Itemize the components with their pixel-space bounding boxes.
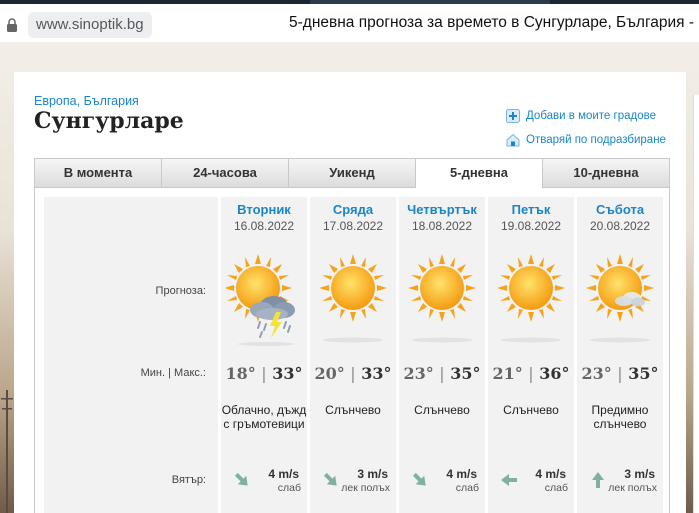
tab-5-day[interactable]: 5-дневна: [416, 159, 543, 189]
condition-text: Облачно, дъжд с гръмотевици: [221, 403, 307, 431]
browser-address-bar: www.sinoptik.bg 5-дневна прогноза за вре…: [0, 0, 699, 42]
max-temp: 35°: [628, 364, 659, 383]
add-city-link[interactable]: Добави в моите градове: [506, 109, 656, 123]
breadcrumb-region-link[interactable]: Европа: [34, 94, 77, 108]
right-sidebar-edge: [693, 95, 699, 513]
page-title: 5-дневна прогноза за времето в Сунгурлар…: [289, 14, 695, 31]
temperature-range: 23° | 35°: [577, 364, 663, 383]
add-city-label: Добави в моите градове: [526, 110, 656, 122]
sun-cloud-thunderstorm-icon: [226, 254, 295, 346]
tab-now[interactable]: В момента: [35, 159, 162, 187]
temperature-range: 20° | 33°: [310, 364, 396, 383]
wind-description: лек полъх: [341, 482, 390, 494]
day-name[interactable]: Петък: [488, 202, 574, 217]
day-date: 19.08.2022: [500, 219, 562, 233]
condition-text: Слънчево: [325, 403, 381, 417]
min-temp: 20°: [314, 364, 345, 383]
max-temp: 33°: [361, 364, 392, 383]
wind-info: 3 m/s лек полъх: [310, 467, 396, 497]
wind-info: 3 m/s лек полъх: [577, 467, 663, 497]
open-default-label: Отваряй по подразбиране: [526, 134, 666, 146]
min-temp: 23°: [403, 364, 434, 383]
day-name[interactable]: Събота: [577, 202, 663, 217]
row-labels: Прогноза: Мин. | Макс.: Вятър:: [44, 197, 218, 513]
condition-text: Предимно слънчево: [591, 403, 649, 431]
temp-separator: |: [528, 364, 534, 383]
temp-separator: |: [617, 364, 623, 383]
wind-info: 4 m/s слаб: [221, 467, 307, 497]
wind-description: лек полъх: [608, 482, 657, 494]
southeast-arrow-icon: [323, 472, 337, 486]
day-column[interactable]: Петък 19.08.2022 21° | 36° Слънчево 4 m/…: [488, 197, 574, 513]
sun-icon: [408, 254, 476, 343]
power-pole-silhouette: [1, 390, 13, 513]
temp-separator: |: [350, 364, 356, 383]
temp-separator: |: [261, 364, 267, 383]
wind-description: слаб: [544, 482, 568, 494]
open-default-link[interactable]: Отваряй по подразбиране: [506, 133, 666, 147]
lock-icon: [7, 18, 17, 32]
url-field[interactable]: www.sinoptik.bg: [28, 12, 152, 38]
max-temp: 33°: [272, 364, 303, 383]
wind-speed: 4 m/s: [268, 467, 299, 481]
wind-description: слаб: [455, 482, 479, 494]
min-temp: 18°: [225, 364, 256, 383]
temperature-range: 18° | 33°: [221, 364, 307, 383]
wind-speed: 3 m/s: [624, 467, 655, 481]
day-column[interactable]: Събота 20.08.2022 23° | 35° Предимно слъ…: [577, 197, 663, 513]
min-temp: 23°: [581, 364, 612, 383]
add-icon: [506, 109, 520, 123]
max-temp: 35°: [450, 364, 481, 383]
city-title: Сунгурларе: [34, 108, 184, 134]
north-arrow-icon: [592, 472, 604, 488]
temperature-range: 23° | 35°: [399, 364, 485, 383]
day-column[interactable]: Вторник 16.08.2022 18° | 33° Облачно, дъ…: [221, 197, 307, 513]
wind-description: слаб: [277, 482, 301, 494]
day-column[interactable]: Четвъртък 18.08.2022 23° | 35° Слънчево: [399, 197, 485, 513]
day-column[interactable]: Сряда 17.08.2022 20° | 33° Слънчево 3 m/…: [310, 197, 396, 513]
tab-10-day[interactable]: 10-дневна: [543, 159, 669, 187]
min-temp: 21°: [492, 364, 523, 383]
day-date: 16.08.2022: [233, 219, 295, 233]
breadcrumb-country-link[interactable]: България: [84, 94, 139, 108]
southeast-arrow-icon: [412, 472, 426, 486]
wind-speed: 3 m/s: [357, 467, 388, 481]
condition-text: Слънчево: [503, 403, 559, 417]
minmax-label: Мин. | Макс.:: [140, 367, 206, 379]
day-date: 18.08.2022: [411, 219, 473, 233]
sun-icon: [497, 254, 565, 343]
wind-label: Вятър:: [171, 474, 206, 486]
temp-separator: |: [439, 364, 445, 383]
forecast-tabs: В момента 24-часова Уикенд 5-дневна 10-д…: [34, 158, 670, 189]
breadcrumb-separator: ,: [76, 94, 81, 108]
wind-info: 4 m/s слаб: [399, 467, 485, 497]
condition-text: Слънчево: [414, 403, 470, 417]
day-name[interactable]: Вторник: [221, 202, 307, 217]
forecast-label: Прогноза:: [155, 285, 206, 297]
temperature-range: 21° | 36°: [488, 364, 574, 383]
browser-top-accent-tab: [310, 0, 550, 4]
sun-icon: [319, 254, 387, 343]
home-icon: [506, 133, 520, 147]
breadcrumb: Европа, България: [34, 94, 139, 108]
wind-speed: 4 m/s: [535, 467, 566, 481]
day-date: 17.08.2022: [322, 219, 384, 233]
wind-info: 4 m/s слаб: [488, 467, 574, 497]
wind-speed: 4 m/s: [446, 467, 477, 481]
sun-small-cloud-icon: [586, 254, 654, 343]
day-date: 20.08.2022: [589, 219, 651, 233]
day-name[interactable]: Четвъртък: [399, 202, 485, 217]
tab-24-hour[interactable]: 24-часова: [162, 159, 289, 187]
southeast-arrow-icon: [234, 472, 248, 486]
max-temp: 36°: [539, 364, 570, 383]
day-name[interactable]: Сряда: [310, 202, 396, 217]
tab-weekend[interactable]: Уикенд: [289, 159, 416, 187]
west-arrow-icon: [501, 474, 517, 486]
